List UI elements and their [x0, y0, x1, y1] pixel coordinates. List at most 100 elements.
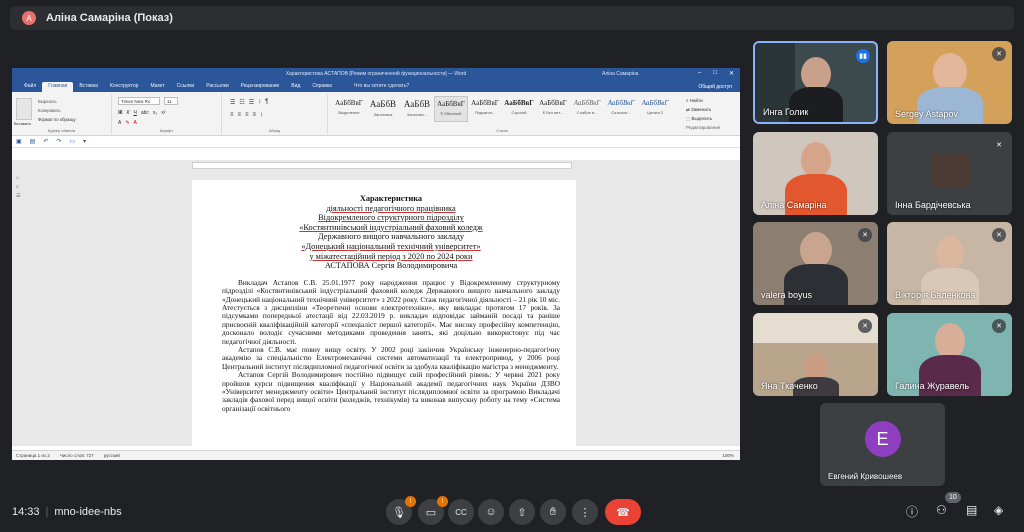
style-item[interactable]: АаБбВвГ Цитата 2: [638, 96, 672, 122]
style-item[interactable]: АаБбВвГ Выделение: [332, 96, 366, 122]
emoji-button[interactable]: ☺: [478, 499, 504, 525]
maximize-icon[interactable]: □: [713, 70, 717, 77]
read-mode-icon[interactable]: ▭: [69, 138, 75, 145]
close-icon[interactable]: ✕: [729, 70, 734, 77]
leave-call-button[interactable]: ☎︎: [605, 499, 641, 525]
participant-name: Інна Бардічевська: [895, 200, 971, 210]
mic-off-icon: ✕: [858, 319, 872, 333]
participant-tile[interactable]: E Евгений Кривошеев: [820, 403, 945, 486]
multilevel-icon[interactable]: ☰: [249, 99, 254, 106]
font-size-select[interactable]: 11: [164, 97, 178, 105]
undo-icon[interactable]: ↶: [43, 138, 48, 145]
superscript-icon[interactable]: x²: [161, 110, 165, 116]
justify-icon[interactable]: ≡: [253, 112, 257, 118]
share-button[interactable]: Общий доступ: [698, 84, 732, 90]
tab-mailings[interactable]: Рассылки: [200, 82, 234, 92]
style-item[interactable]: АаБбВвГ Подзагол...: [468, 96, 502, 122]
participant-face: [800, 57, 831, 91]
participant-tile[interactable]: ✕ Sergey Astapov: [887, 41, 1012, 124]
word-document-title: Характеристика АСТАПОВ [Режим ограниченн…: [285, 71, 467, 77]
tab-help[interactable]: Справка: [306, 82, 338, 92]
style-item[interactable]: АаБбВ Заголовок: [366, 96, 400, 122]
captions-button[interactable]: CC: [448, 499, 474, 525]
tab-references[interactable]: Ссылки: [171, 82, 201, 92]
align-right-icon[interactable]: ≡: [245, 112, 249, 118]
tab-file[interactable]: Файл: [18, 82, 42, 92]
tab-view[interactable]: Вид: [285, 82, 306, 92]
participant-tile[interactable]: ✕ Галина Журавель: [887, 313, 1012, 396]
numbering-icon[interactable]: ☷: [239, 99, 244, 106]
replace-button[interactable]: ⇄ Заменить: [686, 105, 720, 114]
activities-icon[interactable]: ◈: [994, 503, 1003, 517]
find-button[interactable]: ⌕ Найти: [686, 96, 720, 105]
style-name: Подзагол...: [474, 110, 496, 115]
tab-insert[interactable]: Вставка: [73, 82, 104, 92]
page-count[interactable]: Страница 1 из 2: [16, 453, 50, 458]
minimize-icon[interactable]: –: [698, 70, 701, 77]
meeting-code[interactable]: mno-idee-nbs: [54, 506, 121, 518]
document-paragraph: Астапов Сергій Володимирович постійно пі…: [222, 370, 560, 413]
sort-icon[interactable]: ↕: [258, 99, 261, 106]
tab-review[interactable]: Рецензирование: [235, 82, 286, 92]
highlight-icon[interactable]: ✎: [125, 120, 129, 126]
style-item[interactable]: АаБбВвГ Слабое в...: [570, 96, 604, 122]
tell-me-search[interactable]: Что вы хотите сделать?: [348, 82, 415, 92]
strikethrough-icon[interactable]: abc: [141, 110, 149, 116]
camera-button[interactable]: ▭ !: [418, 496, 448, 525]
style-item[interactable]: АаБбВвГ Сильное...: [604, 96, 638, 122]
document-page[interactable]: Характеристика діяльності педагогічного …: [192, 180, 576, 452]
participant-tile[interactable]: ✕ Яна Ткаченко: [753, 313, 878, 396]
customize-icon[interactable]: ▾: [83, 138, 86, 145]
bold-icon[interactable]: Ж: [118, 110, 123, 116]
align-center-icon[interactable]: ≡: [238, 112, 242, 118]
info-icon[interactable]: ⓘ: [906, 503, 918, 520]
align-left-icon[interactable]: ≡: [230, 112, 234, 118]
style-item[interactable]: АаБбВвГ Строгий: [502, 96, 536, 122]
italic-icon[interactable]: К: [127, 110, 130, 116]
bullets-icon[interactable]: ☰: [230, 99, 235, 106]
pilcrow-icon[interactable]: ¶: [265, 99, 268, 106]
tab-layout[interactable]: Макет: [144, 82, 170, 92]
editing-group: ⌕ Найти ⇄ Заменить ⬚ Выделить Редактиров…: [686, 96, 720, 132]
redo-icon[interactable]: ↷: [56, 138, 61, 145]
present-button[interactable]: ⇧: [509, 499, 535, 525]
mic-off-icon: ✕: [992, 47, 1006, 61]
tab-home[interactable]: Главная: [42, 82, 74, 92]
cut-button[interactable]: Вырезать: [38, 99, 57, 104]
more-options-button[interactable]: ⋮: [572, 499, 598, 525]
text-effects-icon[interactable]: A: [118, 120, 121, 126]
mic-button[interactable]: 🎙︎ !: [386, 496, 416, 525]
paste-icon[interactable]: [16, 98, 32, 120]
participant-tile[interactable]: ✕ Інна Бардічевська: [887, 132, 1012, 215]
format-painter-button[interactable]: Формат по образцу: [38, 117, 76, 122]
paste-button[interactable]: Вставить: [14, 121, 31, 126]
title-line: «Костянтинівський індустріальний фаховий…: [299, 222, 483, 232]
font-color-icon[interactable]: A: [134, 120, 137, 126]
participant-tile[interactable]: ✕ valera boyus: [753, 222, 878, 305]
style-item[interactable]: АаБбВвГ ¶ Без инт...: [536, 96, 570, 122]
zoom-level[interactable]: 100%: [722, 453, 734, 458]
raise-hand-button[interactable]: ✋︎: [540, 499, 566, 525]
font-name-select[interactable]: Times New Ro: [118, 97, 160, 105]
word-count[interactable]: Число слов: 727: [60, 453, 94, 458]
select-button[interactable]: ⬚ Выделить: [686, 114, 720, 123]
shared-screen: Характеристика АСТАПОВ [Режим ограниченн…: [12, 68, 740, 460]
tab-design[interactable]: Конструктор: [104, 82, 145, 92]
style-item[interactable]: АаБбВ Заголово...: [400, 96, 434, 122]
subscript-icon[interactable]: x₂: [153, 110, 157, 116]
save-icon[interactable]: ▣: [16, 138, 22, 145]
participant-tile[interactable]: ✕ Вікторія Баленкова: [887, 222, 1012, 305]
participant-tile[interactable]: ▮▮ Инга Голик: [753, 41, 878, 124]
copy-button[interactable]: Копировать: [38, 108, 61, 113]
language-indicator[interactable]: русский: [104, 453, 120, 458]
people-icon[interactable]: ⚇: [936, 503, 947, 517]
search-icon[interactable]: ⌕: [16, 183, 20, 192]
participant-tile[interactable]: Аліна Самаріна: [753, 132, 878, 215]
chat-icon[interactable]: ▤: [966, 503, 977, 517]
underline-icon[interactable]: Ч: [133, 110, 136, 116]
nav-icon[interactable]: ⌂: [16, 174, 20, 183]
line-spacing-icon[interactable]: ↕: [260, 112, 263, 118]
list-icon[interactable]: ☰: [16, 192, 20, 201]
document-icon[interactable]: ▤: [30, 138, 36, 145]
style-item-selected[interactable]: АаБбВвГ ¶ Обычный: [434, 96, 468, 122]
